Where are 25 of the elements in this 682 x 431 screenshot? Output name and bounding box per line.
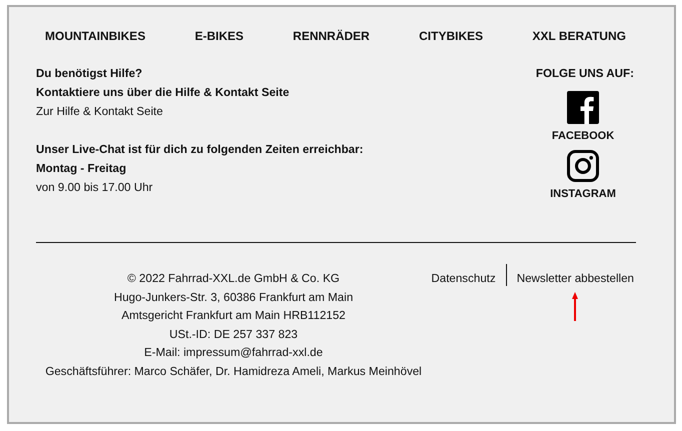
imprint-line: USt.-ID: DE 257 337 823 — [168, 326, 299, 343]
opening-days: Montag - Freitag — [36, 159, 364, 178]
help-link[interactable]: Zur Hilfe & Kontakt Seite — [36, 102, 364, 121]
instagram-icon[interactable] — [566, 150, 599, 182]
imprint-line: © 2022 Fahrrad-XXL.de GmbH & Co. KG — [126, 271, 341, 287]
imprint-line: E-Mail: impressum@fahrrad-xxl.de — [143, 345, 324, 362]
nav-link[interactable]: E-BIKES — [194, 28, 244, 44]
social-link[interactable]: FACEBOOK — [552, 130, 614, 142]
social-link[interactable]: INSTAGRAM — [550, 188, 616, 200]
nav-link[interactable]: RENNRÄDER — [292, 28, 370, 44]
nav-link[interactable]: CITYBIKES — [418, 28, 483, 44]
facebook-icon[interactable] — [567, 91, 599, 124]
imprint-line: Amtsgericht Frankfurt am Main HRB112152 — [120, 308, 347, 324]
nav-link[interactable]: MOUNTAINBIKES — [45, 28, 146, 44]
imprint-line: Geschäftsführer: Marco Schäfer, Dr. Hamidreza Ameli, Markus Meinhövel — [44, 364, 423, 380]
help-subheading: Kontaktiere uns über die Hilfe & Kontakt Seite — [36, 85, 290, 101]
imprint-line: Hugo-Junkers-Str. 3, 60386 Frankfurt am Main — [112, 290, 354, 306]
annotation-arrow — [572, 292, 578, 322]
opening-hours: von 9.00 bis 17.00 Uhr — [36, 180, 154, 196]
help-heading: Du benötigst Hilfe? — [36, 66, 144, 82]
social-heading: FOLGE UNS AUF: — [536, 66, 634, 82]
live-chat-heading: Unser Live-Chat ist für dich zu folgenden Zeiten erreichbar: — [36, 142, 364, 158]
legal-link[interactable]: Newsletter abbestellen — [516, 270, 634, 288]
legal-link[interactable]: Datenschutz — [431, 270, 496, 288]
nav-link[interactable]: XXL BERATUNG — [532, 28, 626, 44]
